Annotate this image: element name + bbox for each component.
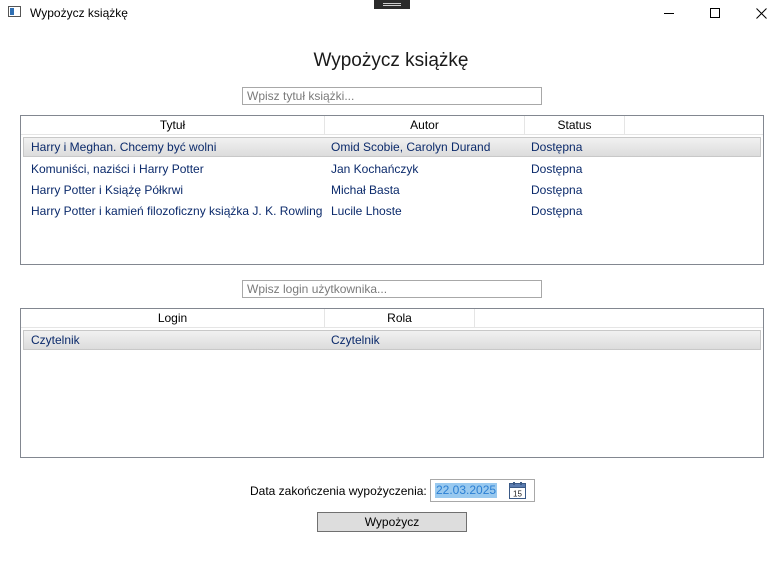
book-search-input[interactable] xyxy=(242,87,542,105)
column-header-role[interactable]: Rola xyxy=(325,309,475,327)
book-row[interactable]: Harry i Meghan. Chcemy być wolni Omid Sc… xyxy=(23,137,761,157)
book-row[interactable]: Harry Potter i kamień filozoficzny książ… xyxy=(23,201,761,221)
book-title-cell: Komuniści, naziści i Harry Potter xyxy=(31,162,204,176)
column-header-author[interactable]: Autor xyxy=(325,116,525,134)
user-row[interactable]: Czytelnik Czytelnik xyxy=(23,330,761,350)
book-row[interactable]: Harry Potter i Książę Półkrwi Michał Bas… xyxy=(23,180,761,200)
snap-layout-handle[interactable] xyxy=(374,0,410,9)
column-header-login[interactable]: Login xyxy=(21,309,325,327)
end-date-picker[interactable]: 22.03.2025 15 xyxy=(430,479,535,502)
book-author-cell: Omid Scobie, Carolyn Durand xyxy=(331,140,491,154)
end-date-label: Data zakończenia wypożyczenia: xyxy=(250,484,427,498)
user-login-cell: Czytelnik xyxy=(31,333,80,347)
borrow-button[interactable]: Wypożycz xyxy=(317,512,467,532)
window-app-icon xyxy=(8,6,21,17)
maximize-icon xyxy=(710,8,720,18)
book-author-cell: Lucile Lhoste xyxy=(331,204,402,218)
calendar-day-text: 15 xyxy=(513,490,522,499)
close-button[interactable] xyxy=(738,0,782,26)
book-author-cell: Jan Kochańczyk xyxy=(331,162,419,176)
users-list-header: Login Rola xyxy=(21,309,763,328)
column-header-title[interactable]: Tytuł xyxy=(21,116,325,134)
book-status-cell: Dostępna xyxy=(531,162,583,176)
book-status-cell: Dostępna xyxy=(531,183,583,197)
end-date-value[interactable]: 22.03.2025 xyxy=(435,483,498,498)
book-title-cell: Harry Potter i kamień filozoficzny książ… xyxy=(31,204,323,218)
minimize-button[interactable] xyxy=(646,0,692,26)
users-list[interactable]: Login Rola Czytelnik Czytelnik xyxy=(20,308,764,458)
book-title-cell: Harry i Meghan. Chcemy być wolni xyxy=(31,140,217,154)
user-search-input[interactable] xyxy=(242,280,542,298)
minimize-icon xyxy=(664,12,674,14)
title-bar: Wypożycz książkę xyxy=(0,0,782,26)
column-header-status[interactable]: Status xyxy=(525,116,625,134)
user-role-cell: Czytelnik xyxy=(331,333,380,347)
book-title-cell: Harry Potter i Książę Półkrwi xyxy=(31,183,184,197)
books-list-header: Tytuł Autor Status xyxy=(21,116,763,135)
calendar-icon[interactable]: 15 xyxy=(509,482,526,499)
window-title: Wypożycz książkę xyxy=(30,6,128,20)
book-status-cell: Dostępna xyxy=(531,204,583,218)
book-status-cell: Dostępna xyxy=(531,140,583,154)
maximize-button[interactable] xyxy=(692,0,738,26)
page-title: Wypożycz książkę xyxy=(313,50,469,71)
book-row[interactable]: Komuniści, naziści i Harry Potter Jan Ko… xyxy=(23,159,761,179)
books-list[interactable]: Tytuł Autor Status Harry i Meghan. Chcem… xyxy=(20,115,764,265)
book-author-cell: Michał Basta xyxy=(331,183,400,197)
close-icon xyxy=(755,7,767,19)
